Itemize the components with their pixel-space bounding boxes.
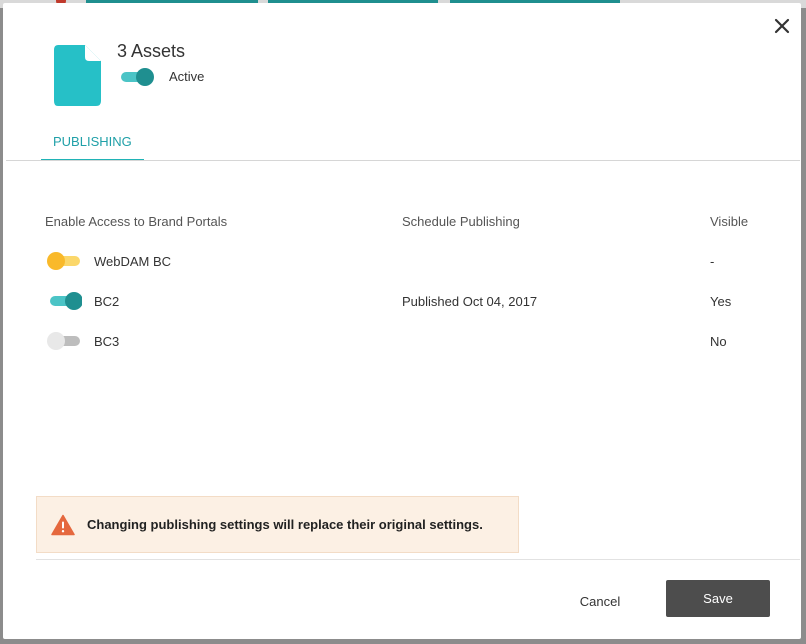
active-toggle[interactable] (120, 67, 156, 87)
save-button[interactable]: Save (666, 580, 770, 617)
header-schedule-publishing: Schedule Publishing (402, 214, 520, 229)
close-icon[interactable] (769, 13, 795, 39)
portal-toggle-webdam-bc[interactable] (46, 251, 82, 271)
portal-name: BC2 (94, 294, 120, 309)
visible-value: No (710, 334, 727, 349)
header-enable-access: Enable Access to Brand Portals (45, 214, 228, 229)
portal-name: WebDAM BC (94, 254, 172, 269)
modal-title: 3 Assets (117, 41, 186, 61)
footer-divider (36, 559, 800, 560)
portal-toggle-bc2[interactable] (46, 291, 83, 311)
schedule-value: Published Oct 04, 2017 (402, 294, 538, 309)
warning-triangle-icon (51, 514, 75, 536)
visible-value: - (710, 254, 715, 269)
active-status-label: Active (169, 69, 205, 84)
portal-toggle-bc3[interactable] (46, 331, 82, 351)
warning-text: Changing publishing settings will replac… (87, 517, 483, 532)
cancel-button[interactable]: Cancel (559, 583, 641, 619)
warning-banner: Changing publishing settings will replac… (36, 496, 519, 553)
visible-value: Yes (710, 294, 732, 309)
file-icon (53, 45, 103, 107)
tab-publishing[interactable]: PUBLISHING (41, 125, 144, 161)
header-visible: Visible (710, 214, 749, 229)
tab-divider (6, 160, 800, 161)
portal-name: BC3 (94, 334, 120, 349)
asset-settings-modal: 3 Assets Active PUBLISHING Enable Access… (3, 3, 801, 639)
